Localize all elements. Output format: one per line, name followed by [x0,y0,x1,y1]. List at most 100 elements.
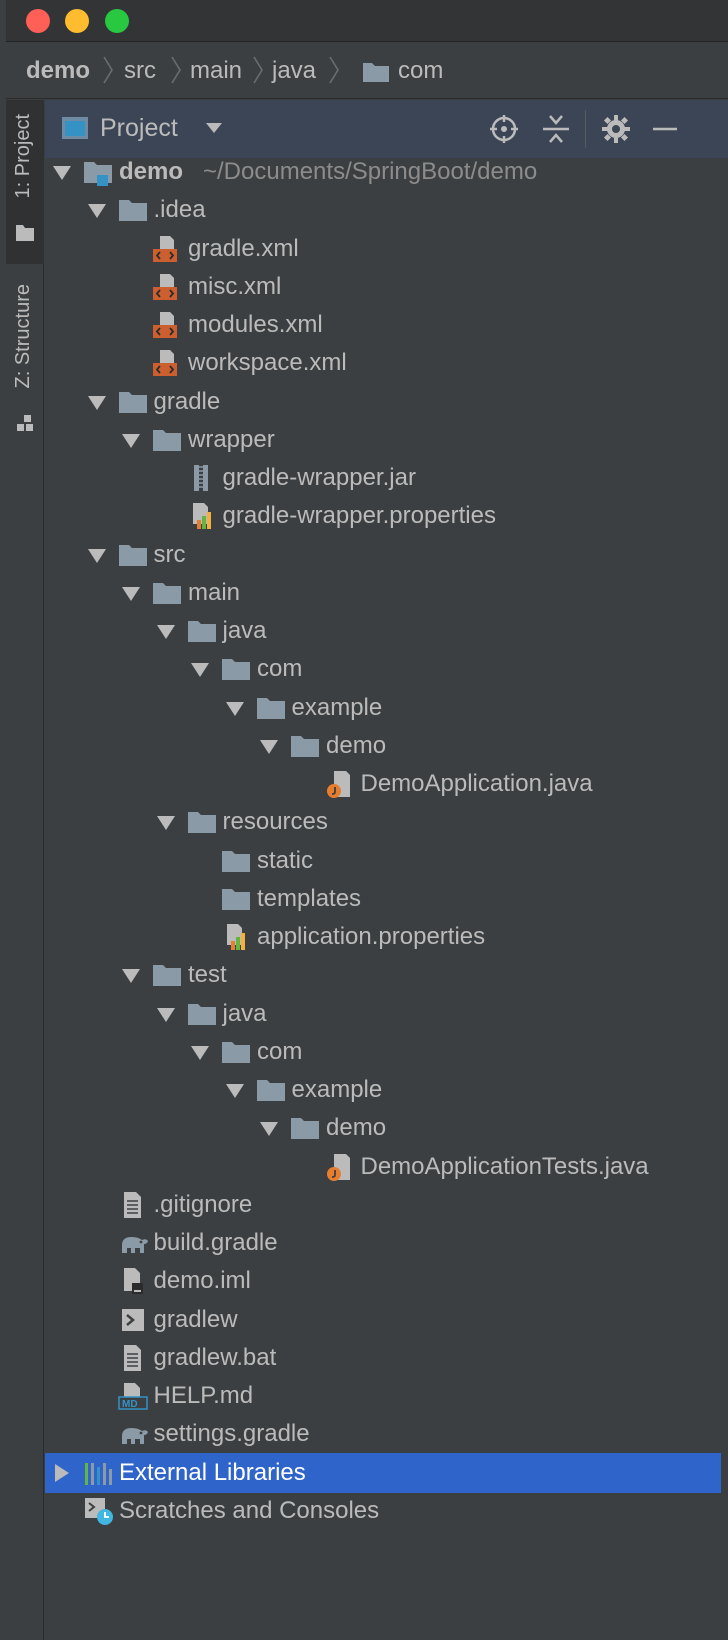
tree-item-label: .gitignore [153,1190,253,1218]
tree-row[interactable]: modules.xml [45,305,721,345]
tree-row[interactable]: example [45,1070,721,1110]
expand-arrow-icon[interactable] [155,811,177,833]
tree-row[interactable]: gradle.xml [45,229,721,269]
tree-item-label: java [222,999,267,1027]
expand-arrow-icon[interactable] [120,429,142,451]
expand-arrow-icon[interactable] [224,1079,246,1101]
tree-item-label: java [222,617,267,644]
tree-row[interactable]: gradlew [45,1300,721,1340]
tree-row[interactable]: main [45,573,721,613]
tree-item-label: gradle-wrapper.properties [222,502,496,530]
tree-row[interactable]: demo [45,1108,721,1148]
breadcrumb-src[interactable]: src [124,57,156,85]
locate-file-icon[interactable] [489,114,519,144]
tree-item-label: settings.gradle [153,1420,310,1448]
expand-arrow-icon[interactable] [120,582,142,604]
close-window-button[interactable] [26,9,50,33]
tree-row[interactable]: wrapper [45,420,721,460]
breadcrumb-main[interactable]: main [190,57,242,85]
expand-arrow-icon[interactable] [120,964,142,986]
tree-row[interactable]: settings.gradle [45,1414,721,1454]
tree-item-label: modules.xml [188,311,323,338]
folder-icon [187,1000,217,1028]
minimize-window-button[interactable] [65,9,89,33]
tree-row[interactable]: example [45,688,721,728]
tree-row[interactable]: .gitignore [45,1185,721,1225]
gradle-elephant-icon [118,1420,148,1448]
expand-arrow-icon[interactable] [155,620,177,642]
tree-item-label: main [188,578,241,606]
tree-row[interactable]: Scratches and Consoles [45,1491,721,1531]
tree-row[interactable]: DemoApplication.java [45,764,721,804]
folder-icon [221,655,251,683]
gear-icon[interactable] [601,114,631,144]
breadcrumb-java[interactable]: java [272,57,316,85]
xml-file-icon [152,235,182,263]
tree-row[interactable]: build.gradle [45,1223,721,1263]
hide-minus-icon[interactable] [651,114,679,144]
tab-structure[interactable]: Z: Structure [6,276,44,444]
tree-item-label: .idea [153,196,206,224]
tree-row[interactable]: application.properties [45,917,721,957]
tree-row[interactable]: gradlew.bat [45,1338,721,1378]
properties-file-icon [187,502,217,530]
tree-item-label: gradlew [153,1305,238,1333]
tree-row[interactable]: DemoApplicationTests.java [45,1147,721,1187]
expand-arrow-icon[interactable] [51,161,73,183]
tree-item-label: build.gradle [153,1229,278,1256]
tree-row[interactable]: java [45,994,721,1034]
tree-row[interactable]: src [45,535,721,575]
folder-icon [256,694,286,722]
tab-project[interactable]: 1: Project [6,100,44,264]
folder-icon [187,617,217,645]
tree-row[interactable]: gradle [45,382,721,422]
tree-row[interactable]: demo [45,726,721,766]
zoom-window-button[interactable] [105,9,129,33]
text-file-icon [118,1191,148,1219]
breadcrumb-com[interactable]: com [398,57,443,85]
expand-arrow-icon[interactable] [155,1003,177,1025]
tree-row[interactable]: gradle-wrapper.jar [45,458,721,498]
expand-arrow-icon[interactable] [258,1117,280,1139]
collapse-all-icon[interactable] [541,114,571,144]
folder-icon [221,847,251,875]
scratches-icon [83,1497,113,1525]
tool-window-title[interactable]: Project [100,114,178,143]
expand-arrow-icon[interactable] [189,1041,211,1063]
tree-row[interactable]: java [45,611,721,651]
chevron-right-icon [103,56,113,84]
tree-row[interactable]: resources [45,802,721,842]
tree-item-label: gradle.xml [188,234,299,262]
tree-item-label: misc.xml [188,272,282,300]
iml-file-icon [118,1267,148,1295]
tree-row[interactable]: .idea [45,190,721,230]
tree-row[interactable]: MD HELP.md [45,1376,721,1416]
expand-arrow-icon[interactable] [86,544,108,566]
breadcrumb-demo[interactable]: demo [26,57,90,85]
tree-item-label: com [257,655,303,683]
tree-row[interactable]: workspace.xml [45,343,721,383]
tree-row[interactable]: com [45,649,721,689]
folder-icon [221,1038,251,1066]
tree-row[interactable]: templates [45,879,721,919]
tree-row[interactable]: gradle-wrapper.properties [45,496,721,536]
collapse-arrow-icon[interactable] [51,1462,73,1484]
tree-row[interactable]: demo ~/Documents/SpringBoot/demo [45,152,721,192]
tree-row[interactable]: misc.xml [45,267,721,307]
tree-row[interactable]: com [45,1032,721,1072]
expand-arrow-icon[interactable] [86,391,108,413]
text-file-icon [118,1344,148,1372]
expand-arrow-icon[interactable] [86,199,108,221]
tree-row[interactable]: test [45,955,721,995]
folder-icon [290,732,320,760]
tree-row[interactable]: static [45,841,721,881]
expand-arrow-icon[interactable] [258,735,280,757]
chevron-down-icon[interactable] [205,122,223,134]
tree-item-label: Scratches and Consoles [119,1496,380,1524]
tree-item-label: demo.iml [153,1267,251,1295]
tree-row[interactable]: demo.iml [45,1261,721,1301]
expand-arrow-icon[interactable] [189,658,211,680]
folder-icon [187,808,217,836]
expand-arrow-icon[interactable] [224,697,246,719]
tree-row[interactable]: External Libraries [45,1452,721,1493]
